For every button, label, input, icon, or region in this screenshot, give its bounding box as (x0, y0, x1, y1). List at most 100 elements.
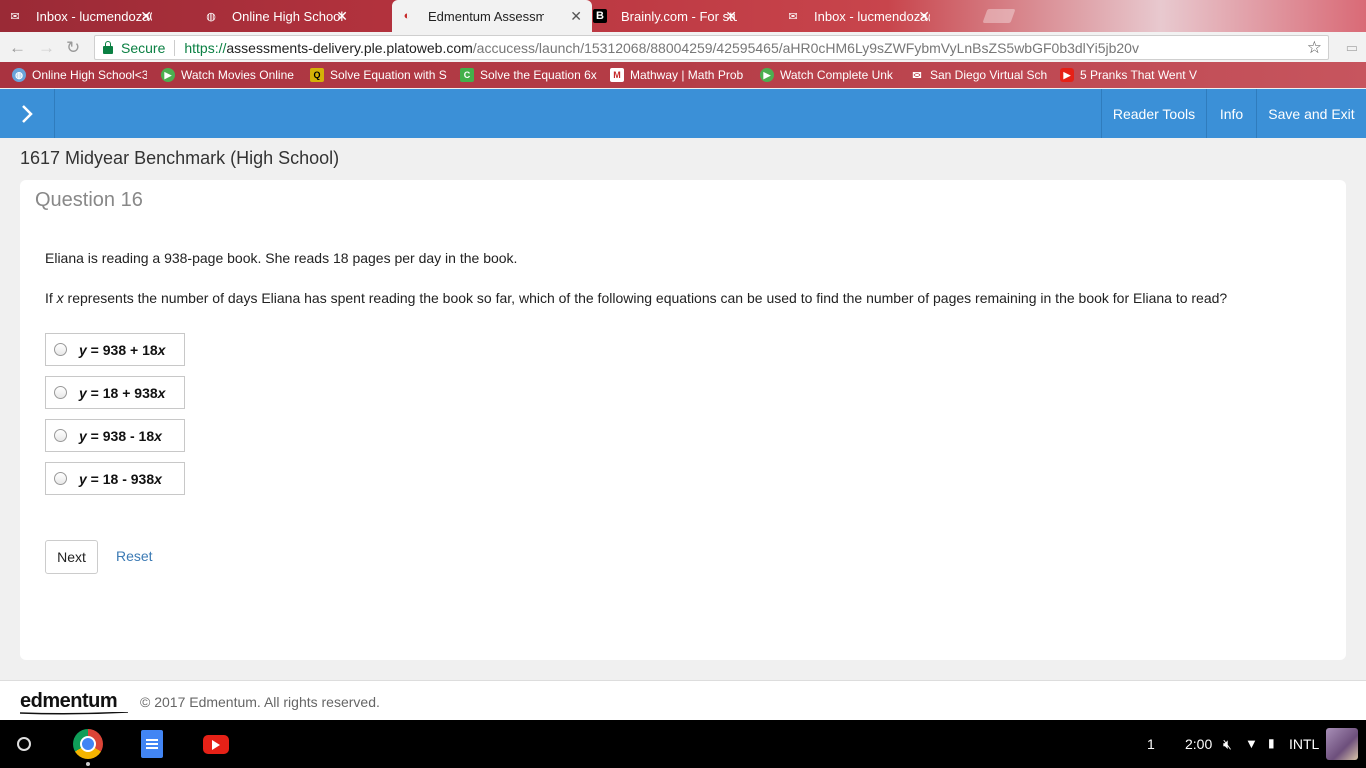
battery-icon[interactable]: ▮ (1268, 736, 1275, 750)
gmail-icon: ✉ (788, 10, 798, 23)
choice-var-x: x (157, 384, 166, 401)
choice-expression: = 938 + 18 (86, 341, 158, 358)
close-icon[interactable]: ✕ (918, 8, 930, 25)
stem-text: If (45, 290, 57, 306)
bookmark-label: Mathway | Math Prob (630, 68, 744, 82)
reload-icon[interactable]: ↻ (66, 38, 80, 58)
bookmark-item[interactable]: ▶ Watch Complete Unk (760, 66, 897, 84)
close-icon[interactable]: ✕ (336, 8, 348, 25)
choice-var-y: y (79, 470, 87, 487)
answer-choice-c[interactable]: y = 938 - 18 x (45, 419, 185, 452)
question-stem-line-1: Eliana is reading a 938-page book. She r… (45, 250, 518, 266)
google-docs-icon[interactable] (141, 730, 163, 758)
close-icon[interactable]: ✕ (570, 8, 582, 25)
choice-var-y: y (79, 427, 87, 444)
radio-button[interactable] (54, 343, 67, 356)
chevron-right-icon (22, 104, 33, 123)
tab-title: Inbox - lucmendoza09@ (36, 8, 152, 24)
browser-toolbar: ← → ↻ Secure https:// assessments-delive… (0, 32, 1366, 62)
answer-choice-a[interactable]: y = 938 + 18 x (45, 333, 185, 366)
answer-choice-d[interactable]: y = 18 - 938 x (45, 462, 185, 495)
bookmark-star-icon[interactable]: ☆ (1307, 38, 1322, 58)
secure-label: Secure (121, 39, 166, 56)
radio-button[interactable] (54, 386, 67, 399)
play-icon: ▶ (161, 68, 175, 82)
clock[interactable]: 2:00 (1185, 736, 1212, 752)
choice-var-x: x (154, 470, 162, 487)
youtube-icon[interactable] (203, 735, 229, 754)
bookmark-item[interactable]: Q Solve Equation with S (310, 66, 447, 84)
stem-text: represents the number of days Eliana has… (63, 290, 1228, 306)
browser-tab[interactable]: ✉ Inbox - lucmendoza@sd ✕ (778, 2, 940, 30)
back-arrow-icon[interactable]: ← (9, 38, 26, 58)
bookmark-label: Solve the Equation 6x (480, 68, 597, 82)
choice-var-x: x (157, 341, 166, 358)
page-footer: edmentum © 2017 Edmentum. All rights res… (0, 680, 1366, 720)
bookmark-label: San Diego Virtual Sch (930, 68, 1047, 82)
radio-button[interactable] (54, 472, 67, 485)
gmail-icon: ✉ (10, 10, 20, 23)
tab-title: Edmentum Assessment (428, 8, 544, 24)
copyright-text: © 2017 Edmentum. All rights reserved. (140, 694, 380, 710)
bookmark-item[interactable]: ▶ Watch Movies Online (161, 66, 296, 84)
mute-icon[interactable]: 🔇︎ (1223, 736, 1232, 753)
brainly-icon: B (593, 9, 607, 23)
assessment-title: 1617 Midyear Benchmark (High School) (20, 148, 340, 168)
edmentum-icon: ◐ (403, 10, 411, 22)
wifi-icon[interactable]: ▼ (1245, 736, 1258, 751)
divider (174, 39, 176, 56)
question-stem-line-2: If x represents the number of days Elian… (45, 290, 1227, 306)
bookmark-item[interactable]: C Solve the Equation 6x (460, 66, 597, 84)
url-path: /accucess/launch/15312068/88004259/42595… (472, 39, 1139, 56)
choice-var-y: y (79, 341, 87, 358)
mathway-icon: M (610, 68, 624, 82)
edmentum-logo: edmentum (20, 690, 118, 712)
browser-tab[interactable]: ◍ Online High School | Sar ✕ (196, 2, 358, 30)
choice-var-y: y (79, 384, 87, 401)
lock-icon (103, 40, 113, 54)
browser-tab[interactable]: B Brainly.com - For studen ✕ (585, 2, 747, 30)
forward-arrow-icon[interactable]: → (38, 38, 55, 58)
bookmark-label: Solve Equation with S (330, 68, 447, 82)
launcher-icon[interactable] (17, 737, 31, 751)
bookmark-label: Watch Complete Unk (780, 68, 893, 82)
reader-tools-button[interactable]: Reader Tools (1101, 89, 1206, 138)
info-button[interactable]: Info (1206, 89, 1256, 138)
chrome-icon[interactable] (73, 729, 103, 759)
question-card: Question 16 Eliana is reading a 938-page… (20, 180, 1346, 660)
running-indicator (86, 762, 90, 766)
globe-icon: ◍ (12, 68, 26, 82)
logo-swoosh (20, 712, 128, 715)
url-host: assessments-delivery.ple.platoweb.com (226, 39, 473, 56)
close-icon[interactable]: ✕ (725, 8, 737, 25)
url-scheme: https:// (184, 39, 227, 56)
play-icon: ▶ (760, 68, 774, 82)
bookmark-item[interactable]: ✉ San Diego Virtual Sch (910, 66, 1047, 84)
user-avatar[interactable] (1326, 728, 1358, 760)
tab-title: Brainly.com - For studen (621, 8, 737, 24)
bookmark-label: Online High School<3 (32, 68, 147, 82)
input-method-label[interactable]: INTL (1289, 736, 1319, 752)
browser-tab-active[interactable]: ◐ Edmentum Assessment ✕ (392, 0, 592, 32)
tab-title: Inbox - lucmendoza@sd (814, 8, 930, 24)
menu-toggle-button[interactable] (0, 89, 55, 138)
browser-tab[interactable]: ✉ Inbox - lucmendoza09@ ✕ (0, 2, 162, 30)
bookmark-item[interactable]: ▶ 5 Pranks That Went V (1060, 66, 1197, 84)
reset-link[interactable]: Reset (116, 548, 153, 564)
globe-icon: ◍ (206, 10, 216, 23)
q-icon: Q (310, 68, 324, 82)
close-icon[interactable]: ✕ (140, 8, 152, 25)
stem-variable: x (56, 290, 64, 306)
cast-icon[interactable]: ▭ (1346, 40, 1358, 56)
gmail-icon: ✉ (912, 69, 922, 82)
choice-expression: = 18 + 938 (86, 384, 158, 401)
notification-count[interactable]: 1 (1147, 736, 1155, 752)
next-button[interactable]: Next (45, 540, 98, 574)
bookmark-item[interactable]: M Mathway | Math Prob (610, 66, 747, 84)
bookmark-item[interactable]: ◍ Online High School<3 (12, 66, 147, 84)
answer-choice-b[interactable]: y = 18 + 938 x (45, 376, 185, 409)
address-bar[interactable]: Secure https:// assessments-delivery.ple… (94, 35, 1329, 60)
radio-button[interactable] (54, 429, 67, 442)
save-and-exit-button[interactable]: Save and Exit (1256, 89, 1366, 138)
new-tab-button[interactable] (982, 9, 1016, 23)
